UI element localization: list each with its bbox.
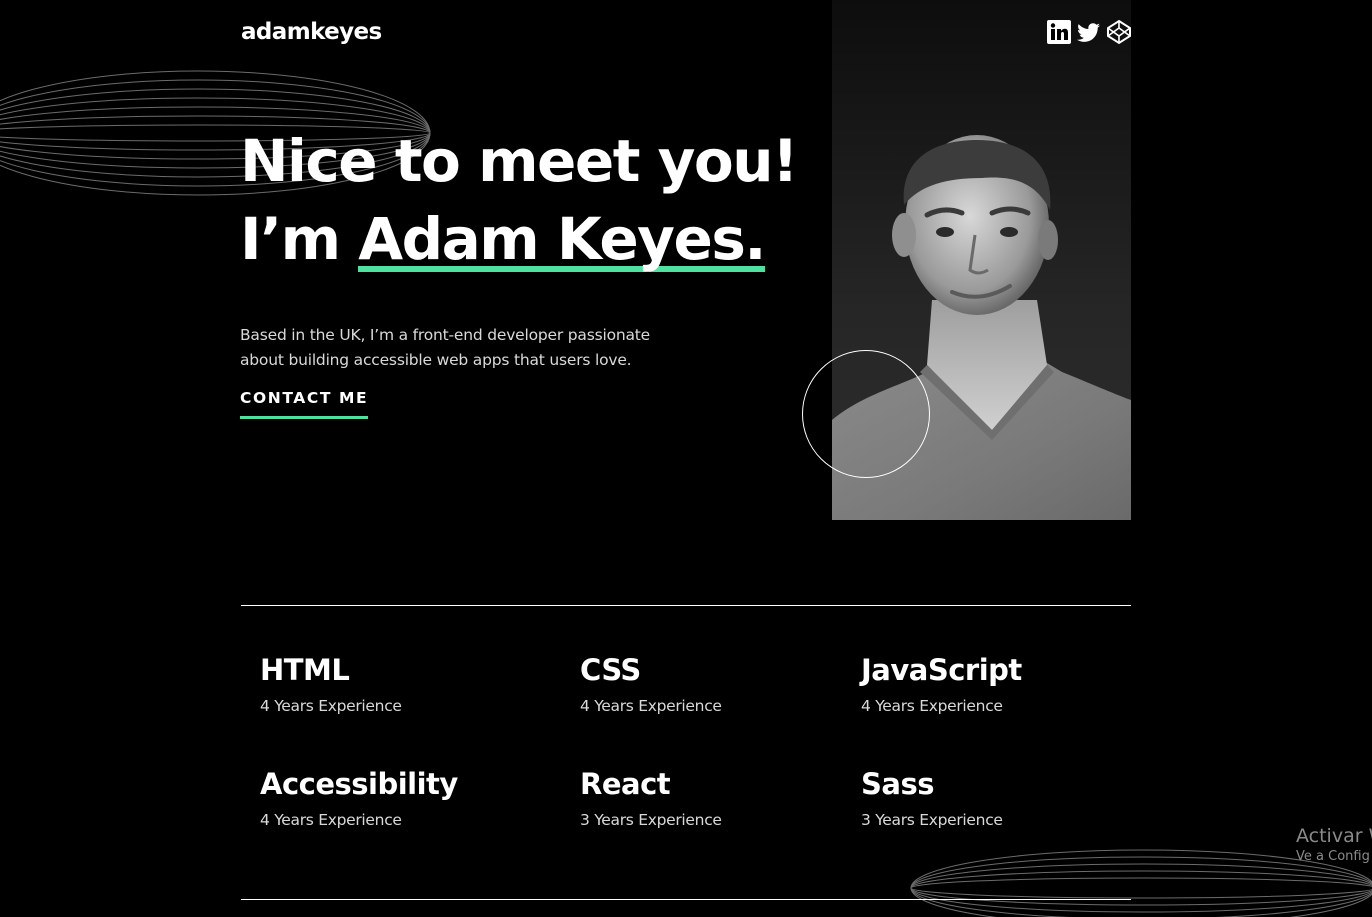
- linkedin-icon[interactable]: [1046, 19, 1072, 45]
- portfolio-page: adamkeyes Nice to meet you! I’m Adam Key…: [0, 0, 1372, 917]
- skill-item: Sass 3 Years Experience: [861, 767, 1003, 829]
- headline-line-1: Nice to meet you!: [240, 127, 799, 195]
- logo-link[interactable]: adamkeyes: [241, 19, 382, 45]
- contact-me-link[interactable]: CONTACT ME: [240, 389, 369, 419]
- skill-experience: 3 Years Experience: [861, 811, 1003, 829]
- skill-experience: 4 Years Experience: [580, 697, 722, 715]
- skill-experience: 4 Years Experience: [861, 697, 1003, 715]
- windows-activation-watermark: Activar W Ve a Config: [1296, 825, 1372, 867]
- headline-line-2: I’m Adam Keyes.: [240, 200, 797, 278]
- skill-experience: 3 Years Experience: [580, 811, 722, 829]
- headline-name: Adam Keyes.: [358, 200, 766, 278]
- watermark-title: Activar W: [1296, 825, 1372, 847]
- skill-name: HTML: [260, 653, 350, 687]
- divider-bottom: [241, 899, 1131, 900]
- skill-item: CSS 4 Years Experience: [580, 653, 722, 715]
- skill-experience: 4 Years Experience: [260, 697, 402, 715]
- headline-prefix: I’m: [240, 205, 359, 273]
- skill-item: HTML 4 Years Experience: [260, 653, 402, 715]
- decorative-circle: [802, 350, 930, 478]
- skill-experience: 4 Years Experience: [260, 811, 402, 829]
- skill-item: JavaScript 4 Years Experience: [861, 653, 1022, 715]
- hero-headline: Nice to meet you! I’m Adam Keyes.: [240, 122, 799, 278]
- divider-top: [241, 605, 1131, 606]
- skill-name: CSS: [580, 653, 641, 687]
- social-links: [1046, 18, 1131, 46]
- watermark-subtitle: Ve a Config: [1296, 849, 1370, 864]
- codepen-icon[interactable]: [1106, 19, 1131, 45]
- twitter-icon[interactable]: [1076, 19, 1102, 45]
- skill-item: Accessibility 4 Years Experience: [260, 767, 458, 829]
- skill-name: JavaScript: [861, 653, 1022, 687]
- skill-name: React: [580, 767, 671, 801]
- hero-intro: Based in the UK, I’m a front-end develop…: [240, 326, 650, 369]
- skill-name: Accessibility: [260, 767, 458, 801]
- skill-item: React 3 Years Experience: [580, 767, 722, 829]
- skill-name: Sass: [861, 767, 934, 801]
